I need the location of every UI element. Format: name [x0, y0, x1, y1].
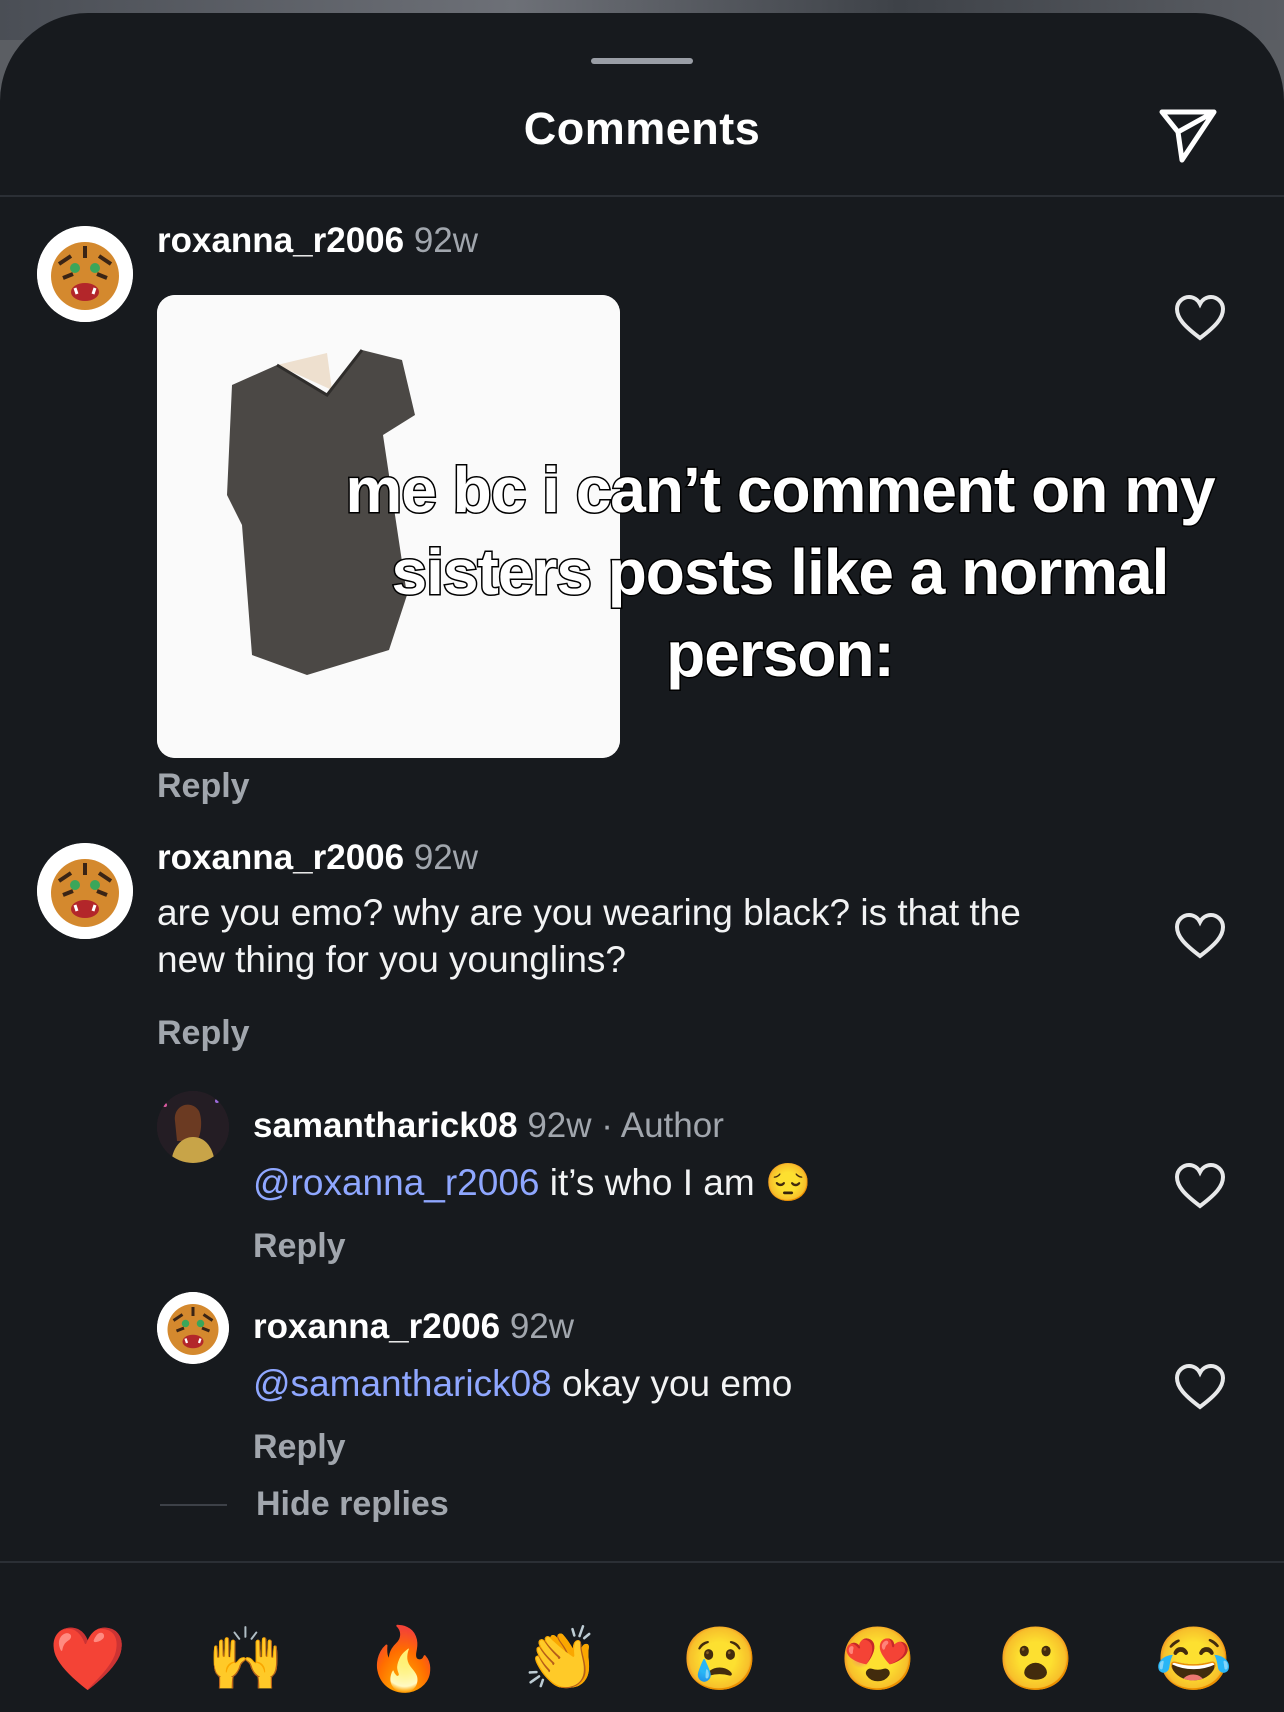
hide-replies-button[interactable]: Hide replies	[256, 1485, 449, 1524]
comment-age: 92w	[413, 838, 479, 877]
comments-sheet: Comments roxanna_r2006 92w me bc i can’t…	[0, 13, 1284, 1712]
reply-age: 92w	[509, 1307, 575, 1346]
username-text[interactable]: roxanna_r2006	[157, 838, 404, 877]
image-caption: me bc i can’t comment on my sisters post…	[344, 453, 1217, 692]
comment-age: 92w	[413, 221, 479, 260]
comment-text: are you emo? why are you wearing black? …	[157, 892, 1021, 980]
emoji-raised-hands[interactable]: 🙌	[206, 1620, 286, 1700]
reply-button[interactable]: Reply	[253, 1227, 346, 1266]
emoji-reaction-bar: ❤️ 🙌 🔥 👏 😢 😍 😮 😂	[0, 1561, 1284, 1712]
reply-button[interactable]: Reply	[253, 1428, 346, 1467]
tiger-avatar-icon	[37, 226, 133, 322]
reply-text: @samantharick08 okay you emo	[253, 1360, 1093, 1407]
reply-username[interactable]: samantharick08 92w · Author	[253, 1106, 724, 1146]
heart-icon[interactable]	[1174, 1162, 1226, 1210]
emoji-heart-eyes[interactable]: 😍	[838, 1620, 918, 1700]
profile-photo	[157, 1091, 229, 1163]
sheet-title: Comments	[523, 103, 761, 154]
mention-link[interactable]: @roxanna_r2006	[253, 1162, 539, 1203]
reply-age: 92w · Author	[527, 1106, 724, 1145]
reply-button[interactable]: Reply	[157, 767, 250, 806]
heart-icon[interactable]	[1174, 912, 1226, 960]
emoji-crying[interactable]: 😢	[680, 1620, 760, 1700]
avatar[interactable]	[157, 1091, 229, 1163]
username-text[interactable]: roxanna_r2006	[253, 1307, 500, 1346]
comment-username[interactable]: roxanna_r2006 92w	[157, 221, 478, 261]
paper-plane-icon[interactable]	[1152, 98, 1224, 170]
reply-text: @roxanna_r2006 it’s who I am 😔	[253, 1159, 1093, 1206]
comment-username[interactable]: roxanna_r2006 92w	[157, 838, 478, 878]
avatar[interactable]	[157, 1292, 229, 1364]
emoji-heart[interactable]: ❤️	[48, 1620, 128, 1700]
heart-icon[interactable]	[1174, 1363, 1226, 1411]
username-text[interactable]: roxanna_r2006	[157, 221, 404, 260]
emoji-fire[interactable]: 🔥	[364, 1620, 444, 1700]
mention-link[interactable]: @samantharick08	[253, 1363, 552, 1404]
reply-username[interactable]: roxanna_r2006 92w	[253, 1307, 574, 1347]
reply-body: okay you emo	[551, 1363, 793, 1404]
username-text[interactable]: samantharick08	[253, 1106, 518, 1145]
emoji-laughing[interactable]: 😂	[1154, 1620, 1234, 1700]
reply-button[interactable]: Reply	[157, 1014, 250, 1053]
tiger-avatar-icon	[157, 1292, 229, 1364]
header-divider	[0, 195, 1284, 197]
hide-replies-line	[160, 1504, 227, 1506]
emoji-clap[interactable]: 👏	[522, 1620, 602, 1700]
avatar[interactable]	[37, 843, 133, 939]
drag-handle[interactable]	[591, 58, 693, 64]
tiger-avatar-icon	[37, 843, 133, 939]
avatar[interactable]	[37, 226, 133, 322]
reply-body: it’s who I am 😔	[539, 1162, 812, 1203]
heart-icon[interactable]	[1174, 294, 1226, 342]
emoji-surprised[interactable]: 😮	[996, 1620, 1076, 1700]
